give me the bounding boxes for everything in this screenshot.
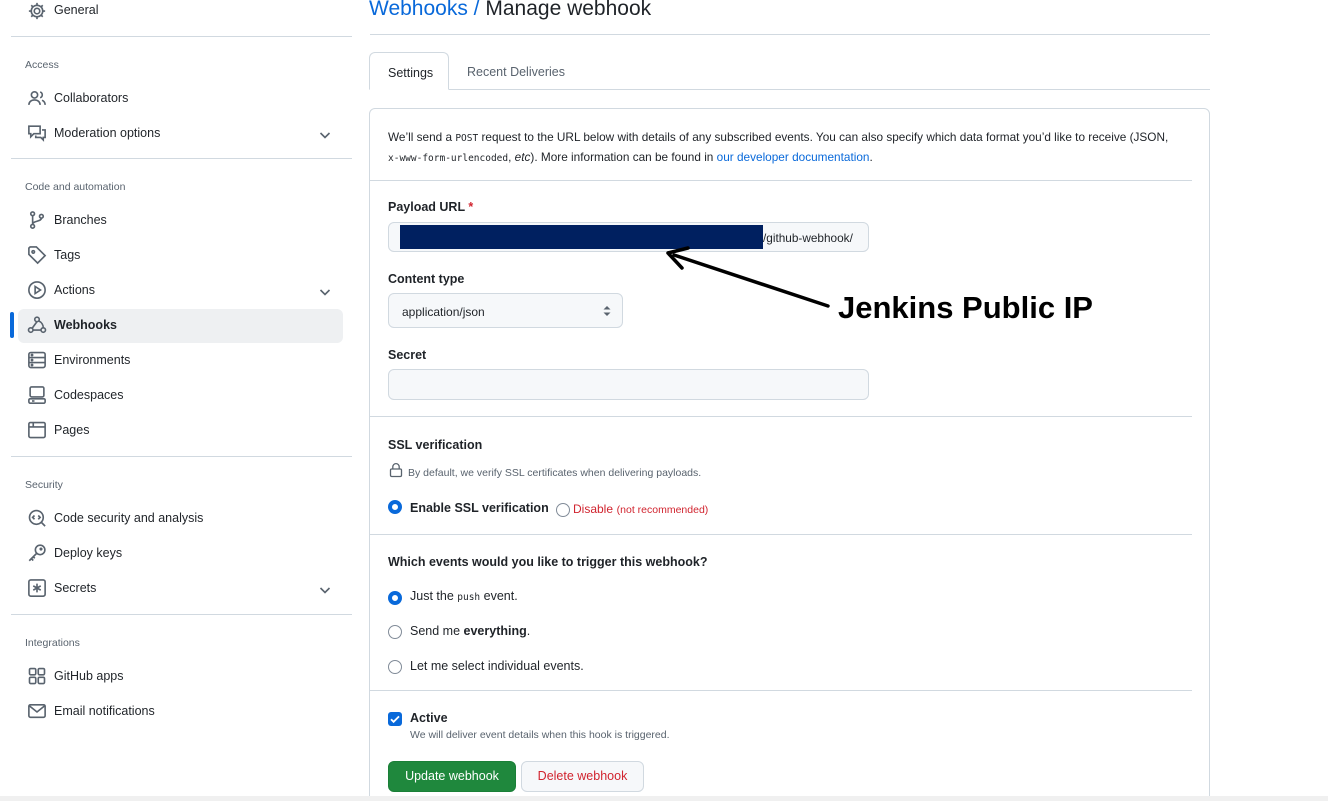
section-heading-code-automation: Code and automation (25, 181, 126, 193)
sidebar-item-label: Collaborators (54, 91, 129, 105)
enable-ssl-label: Enable SSL verification (410, 501, 549, 515)
sidebar-item-label: Webhooks (54, 318, 117, 332)
git-branch-icon (27, 210, 47, 230)
content-type-label: Content type (388, 272, 465, 286)
apps-icon (27, 666, 47, 686)
content-type-value: application/json (402, 305, 485, 319)
chevron-down-icon[interactable] (317, 582, 333, 598)
tab-label: Settings (388, 66, 434, 80)
events-question: Which events would you like to trigger t… (388, 555, 708, 569)
webhook-form-panel (369, 108, 1210, 801)
mail-icon (27, 701, 47, 721)
sidebar-divider (11, 614, 352, 615)
enable-ssl-radio[interactable] (388, 500, 402, 514)
content-type-select[interactable]: application/json (388, 293, 623, 328)
secret-field[interactable] (388, 369, 869, 400)
browser-icon (27, 420, 47, 440)
sidebar-item-label: Email notifications (54, 704, 155, 718)
sidebar-item-label: Deploy keys (54, 546, 123, 560)
breadcrumb-separator: / (467, 0, 486, 20)
webhook-icon (27, 315, 47, 335)
ssl-note: By default, we verify SSL certificates w… (408, 467, 702, 479)
annotation-label: Jenkins Public IP (838, 290, 1093, 325)
horizontal-scrollbar[interactable] (0, 796, 1328, 801)
section-divider (370, 534, 1192, 535)
urlencoded-code: x-www-form-urlencoded (388, 153, 509, 164)
codescan-icon (27, 508, 47, 528)
select-individual-label: Let me select individual events. (410, 659, 584, 673)
sidebar-item-label: Actions (54, 283, 95, 297)
people-icon (27, 88, 47, 108)
lock-icon (389, 462, 403, 478)
sidebar-divider (11, 36, 352, 37)
required-mark: * (468, 200, 474, 214)
sidebar-divider (11, 158, 352, 159)
ssl-label: SSL verification (388, 438, 483, 452)
page-title: Webhooks / Manage webhook (369, 0, 651, 21)
delete-webhook-button[interactable]: Delete webhook (521, 761, 644, 792)
disable-ssl-radio[interactable] (556, 503, 570, 517)
select-individual-radio[interactable] (388, 660, 402, 674)
section-divider (370, 180, 1192, 181)
update-webhook-button[interactable]: Update webhook (388, 761, 516, 792)
server-icon (27, 350, 47, 370)
sidebar-item-label: Environments (54, 353, 131, 367)
developer-docs-link[interactable]: our developer documentation (717, 150, 870, 164)
select-arrows-icon (602, 304, 612, 318)
section-heading-integrations: Integrations (25, 637, 80, 649)
just-push-radio[interactable] (388, 591, 402, 605)
sidebar-divider (11, 456, 352, 457)
sidebar-item-label: Branches (54, 213, 107, 227)
sidebar-item-label: General (54, 3, 99, 17)
breadcrumb-webhooks-link[interactable]: Webhooks (369, 0, 468, 20)
post-code: POST (455, 133, 479, 144)
tab-settings[interactable]: Settings (369, 52, 449, 90)
active-indicator (10, 312, 14, 338)
header-divider (370, 34, 1210, 35)
payload-url-label: Payload URL * (388, 200, 474, 214)
send-everything-label: Send me everything. (410, 624, 531, 638)
sidebar-item-label: Codespaces (54, 388, 124, 402)
chevron-down-icon[interactable] (317, 127, 333, 143)
sidebar-item-label: Pages (54, 423, 90, 437)
secret-label: Secret (388, 348, 427, 362)
sidebar-item-label: Code security and analysis (54, 511, 204, 525)
chevron-down-icon[interactable] (317, 284, 333, 300)
tab-label: Recent Deliveries (467, 65, 565, 79)
send-everything-radio[interactable] (388, 625, 402, 639)
tag-icon (27, 245, 47, 265)
asterisk-box-icon (27, 578, 47, 598)
section-heading-access: Access (25, 59, 59, 71)
sidebar-item-label: Tags (54, 248, 81, 262)
sidebar-item-label: Moderation options (54, 126, 161, 140)
sidebar-item-label: Secrets (54, 581, 97, 595)
tab-recent-deliveries[interactable]: Recent Deliveries (451, 52, 575, 90)
section-divider (370, 416, 1192, 417)
play-icon (27, 280, 47, 300)
section-heading-security: Security (25, 479, 63, 491)
key-icon (27, 543, 47, 563)
intro-text: We’ll send a POST request to the URL bel… (388, 130, 1169, 164)
comment-discussion-icon (27, 123, 47, 143)
page-heading: Manage webhook (485, 0, 652, 20)
active-label: Active (410, 711, 448, 725)
codespaces-icon (27, 385, 47, 405)
active-note: We will deliver event details when this … (410, 729, 670, 741)
annotation-arrow (666, 246, 830, 308)
disable-ssl-label: Disable (not recommended) (573, 502, 709, 516)
gear-icon (27, 1, 47, 21)
just-push-label: Just the push event. (410, 589, 518, 603)
active-checkbox[interactable] (388, 712, 402, 726)
sidebar-item-label: GitHub apps (54, 669, 124, 683)
section-divider (370, 690, 1192, 691)
